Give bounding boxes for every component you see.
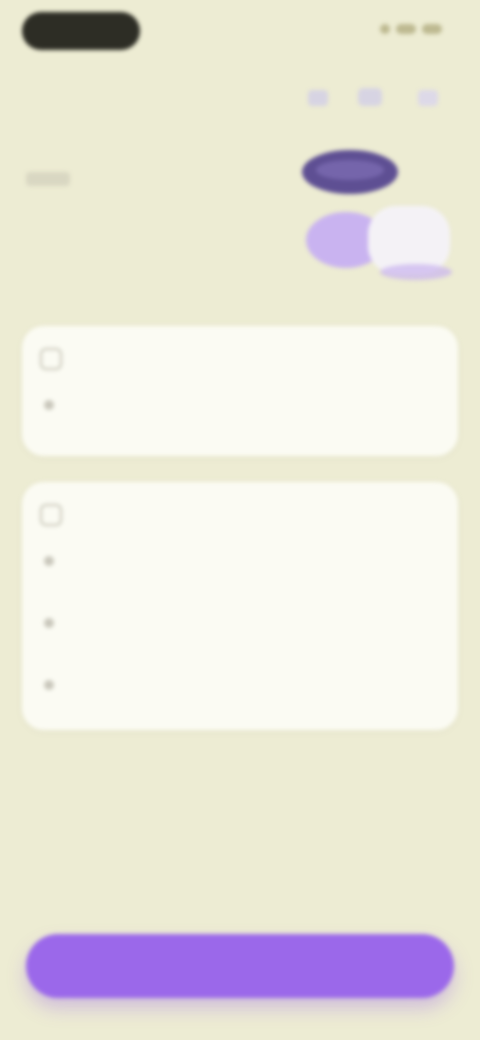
bullet-icon — [44, 680, 54, 690]
header-dot-icon — [396, 24, 416, 34]
bullet-icon — [44, 618, 54, 628]
header-dot-icon — [422, 24, 442, 34]
bullet-icon — [44, 556, 54, 566]
bullet-icon — [44, 400, 54, 410]
screen — [0, 0, 480, 1040]
hero-kicker — [26, 172, 70, 186]
header-pill[interactable] — [22, 12, 140, 50]
primary-cta-button[interactable] — [26, 934, 454, 998]
list-card — [22, 482, 458, 730]
hero-illustration-icon — [302, 88, 452, 280]
list-icon — [40, 504, 62, 526]
info-card — [22, 326, 458, 456]
header-right-actions[interactable] — [380, 24, 448, 34]
header-dot-icon — [380, 24, 390, 34]
note-icon — [40, 348, 62, 370]
